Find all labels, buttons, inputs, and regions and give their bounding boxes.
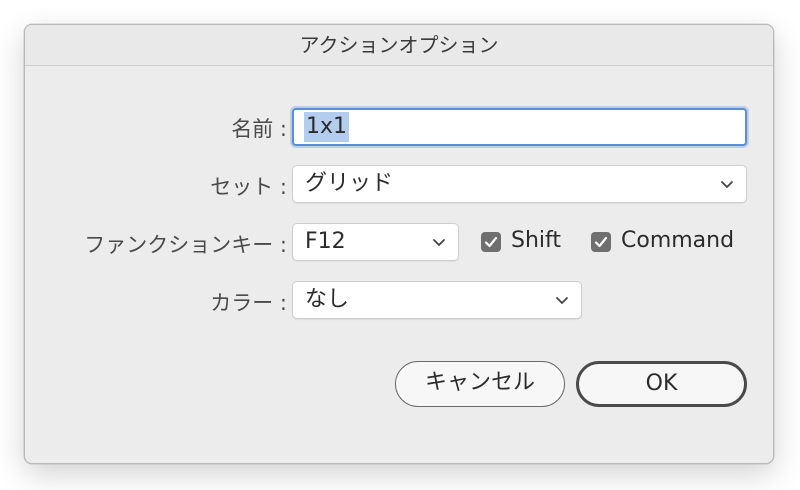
chevron-down-icon (433, 239, 445, 246)
color-label: カラー : (210, 291, 287, 315)
cancel-button[interactable]: キャンセル (395, 361, 565, 407)
shift-label[interactable]: Shift (511, 228, 561, 253)
chevron-down-icon (556, 297, 568, 304)
checkmark-icon (594, 236, 608, 248)
color-value: なし (305, 287, 350, 312)
function-key-label: ファンクションキー : (84, 233, 287, 257)
color-select[interactable]: なし (292, 281, 582, 319)
checkmark-icon (484, 236, 498, 248)
name-input[interactable]: 1x1 (292, 108, 747, 146)
function-key-value: F12 (305, 229, 346, 254)
name-value: 1x1 (304, 112, 350, 142)
command-label[interactable]: Command (621, 228, 734, 253)
command-checkbox[interactable] (591, 232, 611, 252)
set-value: グリッド (305, 171, 394, 196)
set-select[interactable]: グリッド (292, 165, 747, 203)
dialog-title: アクションオプション (25, 25, 773, 66)
name-label: 名前 : (231, 117, 287, 141)
ok-button[interactable]: OK (576, 361, 747, 407)
action-options-dialog: アクションオプション 名前 : 1x1 セット : グリッド ファンクションキー… (24, 24, 774, 464)
function-key-select[interactable]: F12 (292, 223, 459, 261)
set-label: セット : (210, 175, 287, 199)
shift-checkbox[interactable] (481, 232, 501, 252)
chevron-down-icon (721, 181, 733, 188)
